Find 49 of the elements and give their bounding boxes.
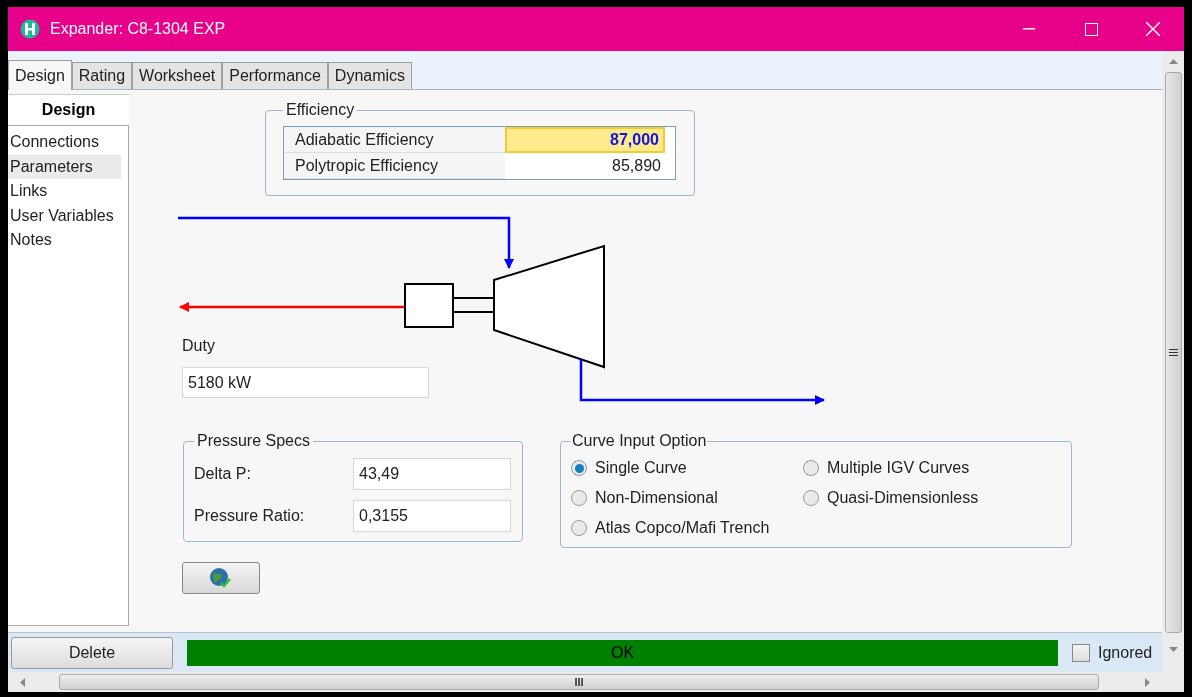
- app-icon: [20, 19, 40, 39]
- tab[interactable]: Design: [8, 60, 72, 90]
- tab[interactable]: Dynamics: [327, 62, 413, 89]
- globe-check-icon: [209, 567, 233, 589]
- delete-button[interactable]: Delete: [11, 636, 173, 669]
- group-title: Efficiency: [285, 100, 356, 120]
- scroll-left-icon[interactable]: [20, 677, 25, 687]
- value-cell[interactable]: 87,000: [505, 127, 665, 153]
- radio-option[interactable]: Single Curve: [571, 453, 803, 483]
- checkbox[interactable]: [1072, 643, 1090, 662]
- status-bar: OK: [187, 639, 1058, 666]
- field-label: Delta P:: [194, 464, 251, 484]
- input-field[interactable]: 0,3155: [353, 500, 511, 532]
- group-title: Pressure Specs: [196, 431, 311, 451]
- tab[interactable]: Rating: [71, 62, 133, 89]
- table-cell: Adiabatic Efficiency: [284, 127, 505, 153]
- scroll-up-icon[interactable]: [1168, 59, 1178, 64]
- checkbox-label: Ignored: [1098, 642, 1153, 663]
- radio-option[interactable]: Quasi-Dimensionless: [803, 483, 1061, 513]
- window-title: Expander: C8-1304 EXP: [50, 19, 226, 39]
- sidebar-item[interactable]: Connections: [8, 130, 121, 155]
- close-icon: [1146, 22, 1160, 36]
- maximize-icon: [1084, 22, 1098, 36]
- field-label: Pressure Ratio:: [194, 506, 305, 526]
- grip-icon: [1168, 349, 1178, 356]
- scroll-right-icon[interactable]: [1145, 677, 1150, 687]
- sidebar-item[interactable]: Links: [8, 179, 121, 204]
- minimize-icon: [1023, 28, 1035, 30]
- input-field[interactable]: 43,49: [353, 458, 511, 490]
- horizontal-scrollbar[interactable]: III: [8, 672, 1184, 692]
- tab[interactable]: Performance: [222, 62, 328, 89]
- sidebar-item[interactable]: User Variables: [8, 203, 121, 228]
- globe-button[interactable]: [182, 562, 260, 594]
- tab[interactable]: Worksheet: [132, 62, 223, 89]
- scroll-down-icon[interactable]: [1168, 647, 1178, 652]
- value-cell[interactable]: 85,890: [505, 153, 665, 179]
- group-title: Curve Input Option: [571, 431, 708, 451]
- sidebar-header: Design: [8, 94, 129, 125]
- vertical-scrollbar[interactable]: [1162, 51, 1184, 672]
- table-cell: Polytropic Efficiency: [284, 153, 505, 179]
- scroll-thumb[interactable]: III: [59, 674, 1099, 690]
- scroll-thumb[interactable]: [1164, 72, 1182, 633]
- radio-option[interactable]: Atlas Copco/Mafi Trench: [571, 513, 803, 543]
- radio-option[interactable]: Non-Dimensional: [571, 483, 803, 513]
- radio-option[interactable]: Multiple IGV Curves: [803, 453, 1061, 483]
- sidebar-item[interactable]: Parameters: [8, 154, 121, 179]
- field-label: Duty: [182, 336, 216, 356]
- sidebar-item[interactable]: Notes: [8, 228, 121, 253]
- input-field[interactable]: 5180 kW: [182, 367, 429, 398]
